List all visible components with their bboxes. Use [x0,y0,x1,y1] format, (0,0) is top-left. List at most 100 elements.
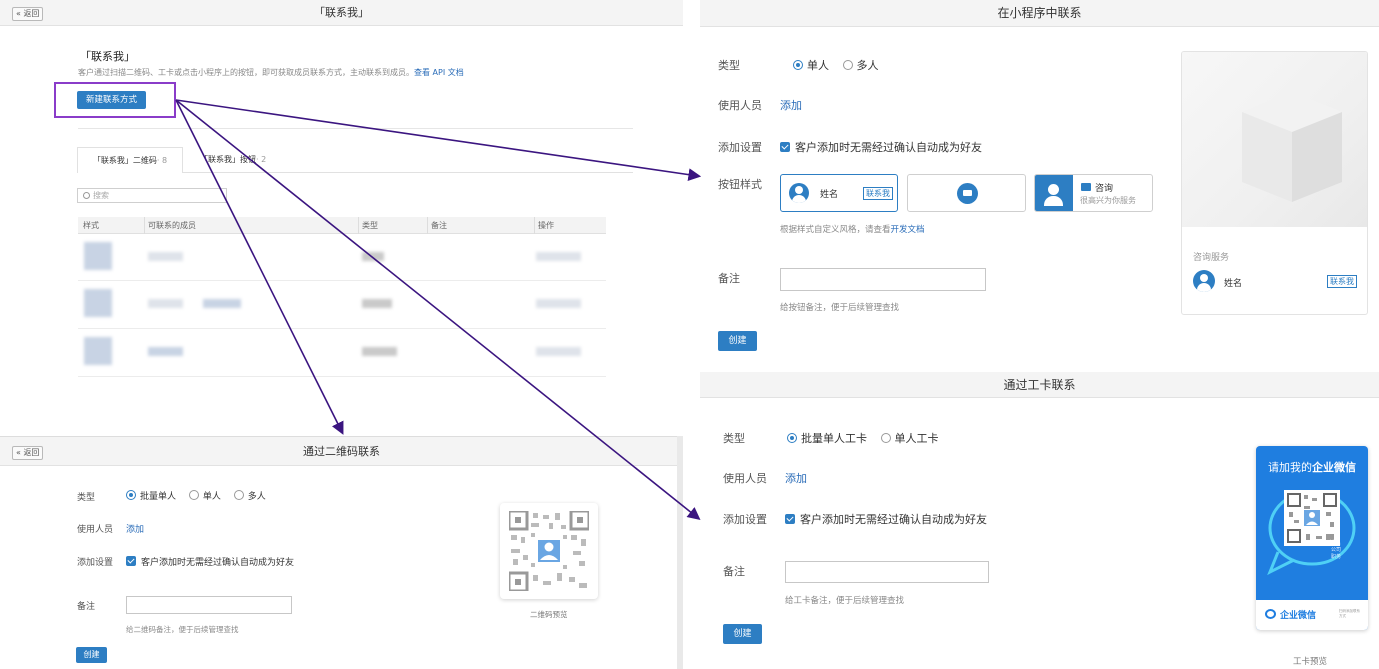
panel-header: 在小程序中联系 [700,0,1379,27]
button-style-option-2[interactable] [907,174,1026,212]
setting-label: 添加设置 [718,141,762,154]
tab-qr-code[interactable]: 「联系我」二维码· 8 [77,147,183,173]
add-user-link[interactable]: 添加 [785,470,807,486]
qr-code-icon [509,511,589,591]
create-button[interactable]: 创建 [76,647,107,663]
divider [78,128,633,129]
header-title: 通过二维码联系 [303,445,380,458]
card-title: 请加我的企业微信 [1268,461,1356,474]
preview-contact-button: 联系我 [1327,275,1357,288]
auto-friend-checkbox[interactable]: 客户添加时无需经过确认自动成为好友 [785,511,987,527]
avatar-square-icon [1035,175,1073,211]
back-button[interactable]: « 返回 [12,7,44,21]
card-footer: 企业微信 扫码添加联系方式 [1256,600,1368,630]
table-row[interactable] [78,281,606,329]
card-dept: 职务 [1331,554,1342,560]
cube-placeholder-icon [1242,92,1342,202]
remark-input[interactable] [780,268,986,291]
radio-single[interactable]: 单人 [793,59,829,72]
tab-button[interactable]: 「联系我」按钮· 2 [200,147,266,173]
qr-preview-card [500,503,598,599]
radio-batch-single-card[interactable]: 批量单人工卡 [787,432,867,445]
create-button[interactable]: 创建 [723,624,762,644]
checkbox-icon [780,142,790,152]
button-style-option-1[interactable]: 姓名 联系我 [780,174,898,212]
type-label: 类型 [718,59,740,72]
style1-contact-button: 联系我 [863,187,893,200]
chat-small-icon [1081,183,1091,191]
tab-underline [183,172,633,173]
avatar-icon [789,183,809,203]
separator-right [677,436,683,669]
add-user-link[interactable]: 添加 [126,522,144,535]
remark-label: 备注 [718,272,740,285]
type-label: 类型 [723,432,745,445]
style3-title: 咨询 [1095,184,1114,194]
wecom-logo-icon [1265,609,1276,619]
header-title: 「联系我」 [314,6,369,19]
qr-preview-caption: 二维码预览 [530,610,568,619]
button-style-option-3[interactable]: 咨询 很高兴为你服务 [1034,174,1153,212]
col-type: 类型 [358,217,378,234]
checkbox-icon [785,514,795,524]
card-company: 公司 [1331,547,1342,553]
search-box[interactable]: 搜索 [77,188,227,203]
remark-hint: 给按钮备注，便于后续管理查找 [780,303,900,313]
card-tiny-text: 扫码添加联系方式 [1339,609,1360,618]
style-hint: 根据样式自定义风格，请查看开发文档 [780,225,925,235]
user-label: 使用人员 [718,99,762,112]
preview-image-placeholder [1182,52,1367,227]
setting-label: 添加设置 [723,513,767,526]
radio-batch-single[interactable]: 批量单人 [126,490,176,502]
back-button[interactable]: « 返回 [12,446,44,460]
mini-program-panel: 在小程序中联系 类型 单人 多人 使用人员 添加 添加设置 客户添加时无需经过确… [700,0,1379,365]
dev-doc-link[interactable]: 开发文档 [891,225,925,235]
page-title: 「联系我」 [80,50,135,63]
contact-me-list-panel: « 返回 「联系我」 「联系我」 客户通过扫描二维码、工卡或点击小程序上的按钮，… [0,0,683,383]
style-label: 按钮样式 [718,178,762,191]
highlight-box [54,82,176,118]
style1-name: 姓名 [820,190,839,200]
table-row[interactable] [78,329,606,377]
type-options: 批量单人 单人 多人 [126,489,266,502]
add-user-link[interactable]: 添加 [780,97,802,113]
col-members: 可联系的成员 [144,217,196,234]
card-brand: 企业微信 [1280,611,1317,621]
panel-header: « 返回 通过二维码联系 [0,437,683,466]
auto-friend-checkbox[interactable]: 客户添加时无需经过确认自动成为好友 [780,139,982,155]
chat-icon [957,183,978,204]
mini-program-preview: 咨询服务 姓名 联系我 [1181,51,1368,315]
radio-multi[interactable]: 多人 [233,490,266,502]
create-button[interactable]: 创建 [718,331,757,351]
work-card-panel: 通过工卡联系 类型 批量单人工卡 单人工卡 使用人员 添加 添加设置 客户添加时… [700,372,1379,669]
type-label: 类型 [77,493,96,503]
remark-hint: 给工卡备注，便于后续管理查找 [785,596,905,606]
radio-multi[interactable]: 多人 [842,59,879,72]
search-icon [83,192,90,199]
checkbox-icon [126,556,136,566]
user-label: 使用人员 [723,472,767,485]
panel-header: « 返回 「联系我」 [0,0,683,26]
table-row[interactable] [78,234,606,281]
setting-label: 添加设置 [77,558,114,568]
remark-input[interactable] [126,596,292,614]
card-bubble-qr-icon [1267,490,1356,576]
col-style: 样式 [83,221,99,230]
api-doc-link[interactable]: 查看 API 文档 [414,68,464,77]
radio-single-card[interactable]: 单人工卡 [880,432,939,445]
work-card-preview-caption: 工卡预览 [1293,657,1328,667]
panel-header: 通过工卡联系 [700,372,1379,398]
remark-label: 备注 [77,602,96,612]
radio-single[interactable]: 单人 [188,490,221,502]
header-title: 通过工卡联系 [1003,378,1076,392]
user-label: 使用人员 [77,525,114,535]
table-header: 样式 可联系的成员 类型 备注 操作 [78,217,606,234]
page-description: 客户通过扫描二维码、工卡或点击小程序上的按钮，即可获取成员联系方式，主动联系到成… [78,68,464,77]
col-action: 操作 [534,217,554,234]
work-card-preview: 请加我的企业微信 姓名 公司 职务 企业微信 扫码添加联系方式 [1256,446,1368,630]
remark-hint: 给二维码备注，便于后续管理查找 [126,625,239,634]
type-options: 单人 多人 [793,57,879,73]
type-options: 批量单人工卡 单人工卡 [787,430,939,446]
remark-input[interactable] [785,561,989,583]
auto-friend-checkbox[interactable]: 客户添加时无需经过确认自动成为好友 [126,555,294,568]
